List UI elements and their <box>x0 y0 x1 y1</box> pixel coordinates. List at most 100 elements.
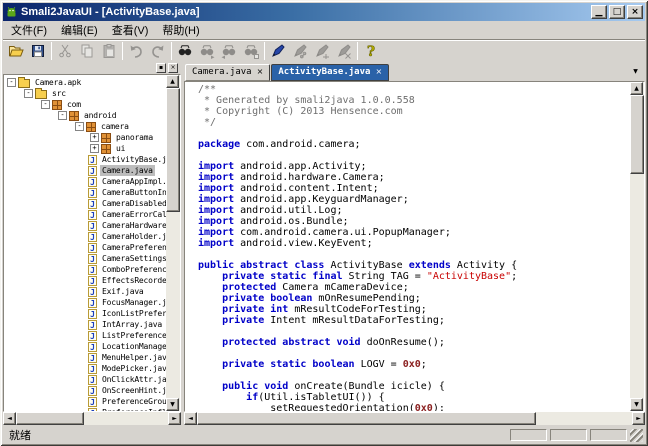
collapse-toggle-icon[interactable]: - <box>75 122 84 131</box>
tree-item[interactable]: J CameraDisabledE <box>4 198 166 209</box>
tree-item[interactable]: - src <box>4 88 166 99</box>
scroll-left-button[interactable] <box>184 412 197 425</box>
tree-item[interactable]: J Camera.java <box>4 165 166 176</box>
find-next-button[interactable] <box>196 41 218 61</box>
find-button[interactable] <box>174 41 196 61</box>
scrollbar-track[interactable] <box>197 412 632 425</box>
tree-item[interactable]: + ui <box>4 143 166 154</box>
scroll-left-button[interactable] <box>3 412 16 425</box>
maximize-button[interactable]: □ <box>609 5 625 19</box>
scrollbar-thumb[interactable] <box>16 412 85 425</box>
tree-item[interactable]: JPreferenceInfl <box>4 407 166 411</box>
collapse-toggle-icon[interactable]: - <box>58 111 67 120</box>
pen-tool-3-button[interactable] <box>333 41 355 61</box>
tree-item[interactable]: J OnScreenHint.j <box>4 385 166 396</box>
toolbar-separator <box>51 42 52 60</box>
scroll-right-button[interactable] <box>168 412 181 425</box>
code-line: import android.os.Bundle; <box>198 216 349 227</box>
status-message: 就绪 <box>9 430 31 442</box>
tree-item[interactable]: - android <box>4 110 166 121</box>
tree-item[interactable]: J CameraAppImpl. <box>4 176 166 187</box>
tree-item[interactable]: J EffectsRecorde <box>4 275 166 286</box>
code-line: import android.view.KeyEvent; <box>198 238 373 249</box>
collapse-toggle-icon[interactable]: - <box>41 100 50 109</box>
pkg-icon <box>52 99 62 110</box>
scroll-right-button[interactable] <box>632 412 645 425</box>
tree-item[interactable]: + panorama <box>4 132 166 143</box>
status-bar: 就绪 <box>3 425 645 443</box>
paste-button[interactable] <box>98 41 120 61</box>
menu-item-2[interactable]: 查看(V) <box>105 21 156 39</box>
maximize-pane-button[interactable]: ▪ <box>156 63 166 73</box>
tree-item[interactable]: J CameraHolder.j <box>4 231 166 242</box>
tree[interactable]: - Camera.apk - src - com - android - camera + panor… <box>4 75 166 411</box>
decompile-pen-button[interactable] <box>267 41 289 61</box>
copy-button[interactable] <box>76 41 98 61</box>
tree-item[interactable]: J CameraErrorCal <box>4 209 166 220</box>
code-line: * Generated by smali2java 1.0.0.558 <box>198 95 415 106</box>
scrollbar-track[interactable] <box>166 88 180 398</box>
toolbar-separator <box>264 42 265 60</box>
tree-item[interactable]: - camera <box>4 121 166 132</box>
scrollbar-thumb[interactable] <box>197 412 537 425</box>
tree-item[interactable]: J ComboPreferenc <box>4 264 166 275</box>
menu-item-1[interactable]: 编辑(E) <box>54 21 105 39</box>
find-previous-button[interactable] <box>218 41 240 61</box>
expand-toggle-icon[interactable]: + <box>90 144 99 153</box>
scroll-up-button[interactable] <box>166 75 179 88</box>
android-app-icon <box>5 6 18 19</box>
tree-item[interactable]: J ListPreference <box>4 330 166 341</box>
scroll-down-button[interactable] <box>166 398 179 411</box>
scroll-down-button[interactable] <box>630 398 643 411</box>
redo-button[interactable] <box>147 41 169 61</box>
tree-item[interactable]: J Exif.java <box>4 286 166 297</box>
tree-item[interactable]: - Camera.apk <box>4 77 166 88</box>
open-button[interactable] <box>5 41 27 61</box>
tree-item[interactable]: J IconListPrefer <box>4 308 166 319</box>
menu-item-0[interactable]: 文件(F) <box>4 21 54 39</box>
tree-item[interactable]: J ActivityBase.j <box>4 154 166 165</box>
save-button[interactable] <box>27 41 49 61</box>
tree-item[interactable]: J LocationManage <box>4 341 166 352</box>
tree-item[interactable]: J CameraSettings <box>4 253 166 264</box>
tree-item[interactable]: J CameraButtonIn <box>4 187 166 198</box>
scrollbar-thumb[interactable] <box>630 95 644 174</box>
close-button[interactable]: × <box>627 5 643 19</box>
tab-activitybase-java[interactable]: ActivityBase.java × <box>271 64 390 81</box>
find-in-files-button[interactable] <box>240 41 262 61</box>
menu-item-3[interactable]: 帮助(H) <box>155 21 206 39</box>
tab-list-dropdown-button[interactable]: ▼ <box>628 66 643 79</box>
help-button[interactable]: ? <box>360 41 382 61</box>
code-line: import android.hardware.Camera; <box>198 172 385 183</box>
tree-item[interactable]: - com <box>4 99 166 110</box>
tab-camera-java[interactable]: Camera.java × <box>185 64 271 81</box>
tree-item[interactable]: J PreferenceGrou <box>4 396 166 407</box>
scrollbar-track[interactable] <box>16 412 168 425</box>
java-icon: J <box>88 385 97 396</box>
toolbar-separator <box>122 42 123 60</box>
scroll-up-button[interactable] <box>630 82 643 95</box>
resize-grip-icon[interactable] <box>630 428 643 442</box>
undo-button[interactable] <box>125 41 147 61</box>
tree-item[interactable]: J CameraPreferen <box>4 242 166 253</box>
minimize-button[interactable]: ▁ <box>591 5 607 19</box>
pen-tool-2-button[interactable] <box>311 41 333 61</box>
tree-item[interactable]: J ModePicker.jav <box>4 363 166 374</box>
tree-item[interactable]: J IntArray.java <box>4 319 166 330</box>
tree-item[interactable]: J MenuHelper.jav <box>4 352 166 363</box>
scrollbar-track[interactable] <box>630 95 644 398</box>
scrollbar-thumb[interactable] <box>166 88 180 212</box>
tab-close-icon[interactable]: × <box>375 68 382 76</box>
expand-toggle-icon[interactable]: + <box>90 133 99 142</box>
tab-close-icon[interactable]: × <box>257 68 264 76</box>
collapse-toggle-icon[interactable]: - <box>24 89 33 98</box>
cut-button[interactable] <box>54 41 76 61</box>
window-title: Smali2JavaUI - [ActivityBase.java] <box>21 6 200 18</box>
pen-tool-1-button[interactable] <box>289 41 311 61</box>
tree-item[interactable]: J CameraHardware <box>4 220 166 231</box>
collapse-toggle-icon[interactable]: - <box>7 78 16 87</box>
tree-item[interactable]: J OnClickAttr.ja <box>4 374 166 385</box>
close-pane-button[interactable]: × <box>168 63 178 73</box>
code-area[interactable]: /** * Generated by smali2java 1.0.0.558 … <box>185 82 630 411</box>
tree-item[interactable]: J FocusManager.j <box>4 297 166 308</box>
